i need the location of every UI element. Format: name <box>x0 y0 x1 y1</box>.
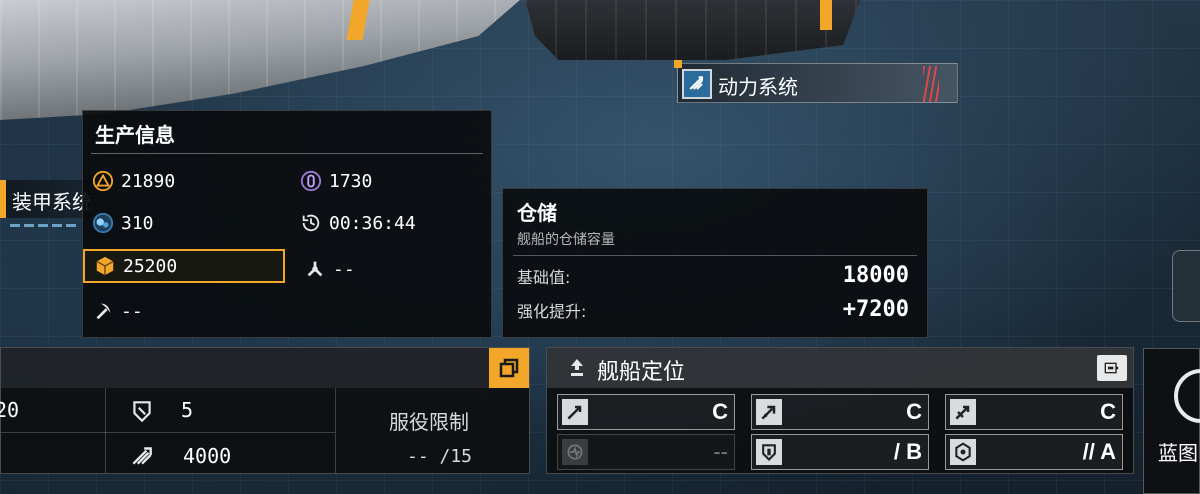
stat-fleet: -- <box>303 257 355 281</box>
armor-dash-line <box>10 224 80 227</box>
ship-position-icon <box>565 356 589 380</box>
positioning-header: 舰船定位 <box>547 348 1133 388</box>
slot-grade: / B <box>893 439 922 464</box>
slot-grade: C <box>712 399 728 424</box>
tag-button[interactable] <box>1097 355 1127 381</box>
assault-role-icon <box>756 399 782 425</box>
partial-stat-value: 20 <box>0 398 20 422</box>
storage-bonus-row: 强化提升: +7200 <box>517 297 909 322</box>
power-system-label[interactable]: 动力系统 <box>674 60 958 103</box>
pickaxe-icon <box>91 299 115 323</box>
ship-hull-stripe-right <box>820 0 832 30</box>
storage-base-row: 基础值: 18000 <box>517 263 909 288</box>
position-slot[interactable]: / B <box>751 434 929 470</box>
slot-grade: C <box>906 399 922 424</box>
position-slot[interactable]: C <box>557 394 735 430</box>
slot-grade: // A <box>1082 439 1116 464</box>
storage-panel: 仓储 舰船的仓储容量 基础值: 18000 强化提升: +7200 <box>502 188 928 338</box>
service-limit-label: 服役限制 <box>389 410 469 434</box>
position-slot[interactable]: // A <box>945 434 1123 470</box>
command-value: 5 <box>181 398 194 422</box>
storage-subtitle: 舰船的仓储容量 <box>517 232 615 248</box>
fleet-value: -- <box>333 258 355 280</box>
strike-role-icon <box>950 399 976 425</box>
engineering-role-icon <box>950 439 976 465</box>
ship-positioning-panel: 舰船定位 C C C -- / B // A <box>546 347 1134 474</box>
crystal-value: 1730 <box>329 170 373 192</box>
blueprint-label: 蓝图 <box>1158 441 1198 465</box>
base-value: 18000 <box>842 263 909 288</box>
slot-grade: C <box>1100 399 1116 424</box>
bonus-value: +7200 <box>842 297 909 322</box>
armor-system-text: 装甲系统 <box>12 190 90 214</box>
cargo-value: 25200 <box>123 255 178 277</box>
bonus-label: 强化提升: <box>517 301 587 321</box>
storage-title: 仓储 <box>517 201 557 225</box>
attack-role-icon <box>562 399 588 425</box>
divider <box>91 153 483 154</box>
mining-value: -- <box>121 300 143 322</box>
deuterium-value: 310 <box>121 212 154 234</box>
power-icon <box>682 69 712 99</box>
speed-value: 4000 <box>183 444 232 468</box>
production-title: 生产信息 <box>95 123 175 147</box>
armor-system-label[interactable]: 装甲系统 <box>0 180 90 218</box>
corner-marker <box>674 60 682 68</box>
deuterium-icon <box>91 211 115 235</box>
divider <box>513 255 917 256</box>
divider <box>335 388 336 473</box>
metal-icon <box>91 169 115 193</box>
speed-icon <box>129 442 155 468</box>
production-info-panel: 生产信息 21890 1730 310 00:36:44 25200 -- -- <box>82 110 492 338</box>
position-slot[interactable]: -- <box>557 434 735 470</box>
ship-stats-panel: 20 5 4000 服役限制 -- /15 <box>0 347 530 474</box>
clock-icon <box>299 211 323 235</box>
copy-icon <box>499 358 519 378</box>
service-limit-value: -- /15 <box>407 446 473 467</box>
blueprint-button[interactable]: 蓝图 <box>1143 348 1200 494</box>
slot-grade: -- <box>713 439 728 464</box>
stat-deuterium: 310 <box>91 211 154 235</box>
base-label: 基础值: <box>517 267 571 287</box>
defense-role-icon <box>756 439 782 465</box>
stat-cargo: 25200 <box>83 249 285 283</box>
power-system-text: 动力系统 <box>718 75 798 99</box>
stat-time: 00:36:44 <box>299 211 416 235</box>
metal-value: 21890 <box>121 170 176 192</box>
position-slot[interactable]: C <box>751 394 929 430</box>
expand-button[interactable] <box>489 348 529 388</box>
positioning-title: 舰船定位 <box>597 360 686 385</box>
divider <box>105 388 106 473</box>
blueprint-icon <box>1174 369 1200 423</box>
position-slot[interactable]: C <box>945 394 1123 430</box>
stat-crystal: 1730 <box>299 169 372 193</box>
stat-mining: -- <box>91 299 143 323</box>
crystal-icon <box>299 169 323 193</box>
tag-icon <box>1104 362 1119 374</box>
cargo-box-icon <box>93 254 117 278</box>
side-hex-button[interactable] <box>1172 250 1200 322</box>
stat-metal: 21890 <box>91 169 175 193</box>
decor-marks <box>923 66 939 102</box>
divider <box>1 432 335 433</box>
stats-header-bar <box>1 348 489 388</box>
fleet-icon <box>303 257 327 281</box>
support-role-icon <box>562 439 588 465</box>
command-icon <box>129 398 155 424</box>
time-value: 00:36:44 <box>329 212 416 234</box>
